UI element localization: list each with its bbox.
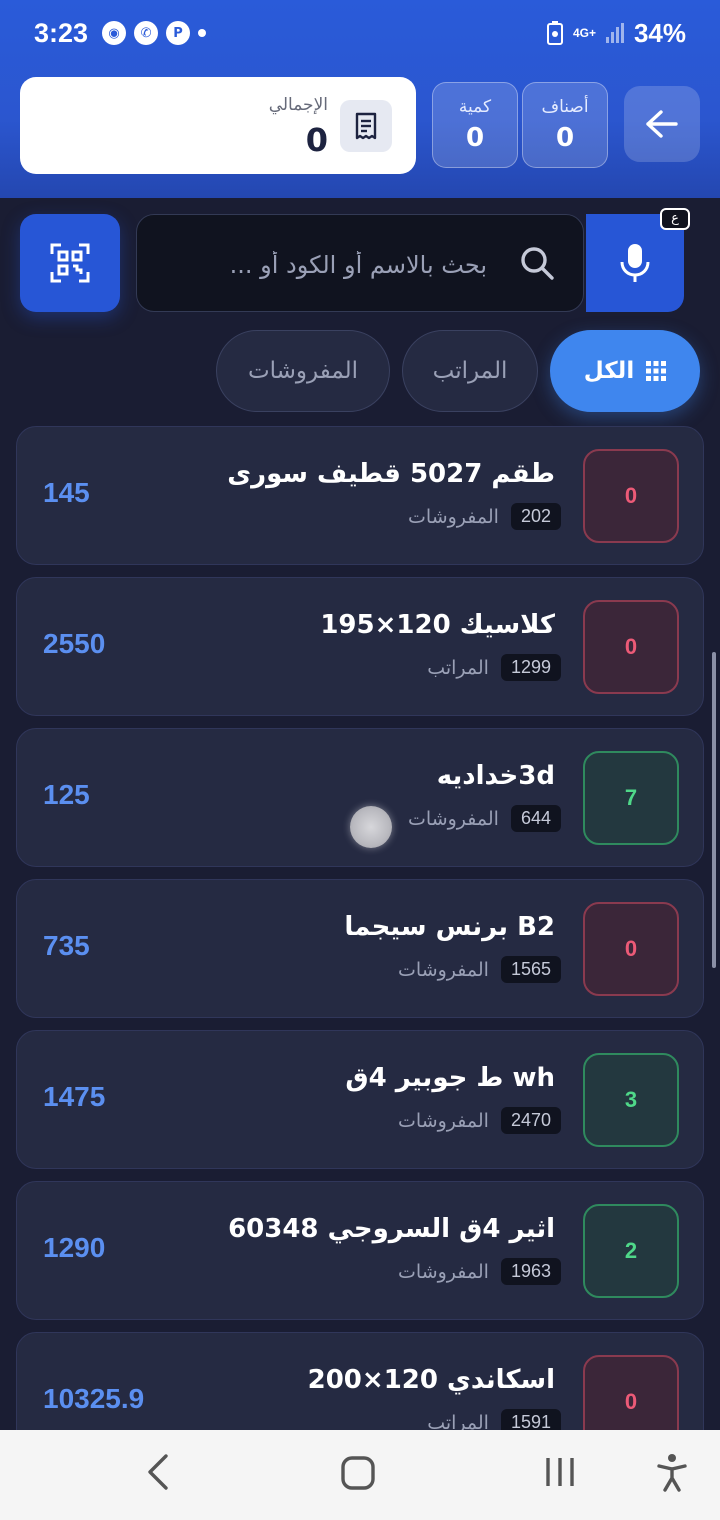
- touch-indicator: [350, 806, 392, 848]
- product-code: 202: [510, 503, 561, 530]
- product-category: المفروشات: [398, 1260, 489, 1283]
- product-code: 644: [510, 805, 561, 832]
- product-code: 2470: [500, 1107, 561, 1134]
- total-label: الإجمالي: [268, 95, 328, 115]
- receipt-icon: [340, 100, 392, 152]
- navigation-bar: [0, 1430, 720, 1520]
- product-meta: 2470 المفروشات: [398, 1107, 561, 1134]
- recent-apps-icon[interactable]: [544, 1452, 576, 1492]
- product-card[interactable]: 1290 اثير 4ق السروجي 60348 1963 المفروشات 2: [16, 1181, 704, 1320]
- product-name: اثير 4ق السروجي 60348: [228, 1214, 555, 1244]
- keyboard-language-badge[interactable]: ع: [660, 208, 690, 230]
- battery-percent: 34%: [633, 17, 686, 48]
- filter-chip-all[interactable]: الكل: [550, 330, 700, 412]
- product-code: 1565: [500, 956, 561, 983]
- quantity-button[interactable]: 0: [583, 449, 679, 543]
- back-nav-icon[interactable]: [146, 1452, 170, 1492]
- grid-icon: [646, 361, 667, 381]
- product-category: المراتب: [427, 1411, 489, 1431]
- product-meta: 1565 المفروشات: [398, 956, 561, 983]
- qr-scan-button[interactable]: [20, 214, 120, 312]
- arrow-right-icon: [646, 110, 678, 138]
- product-code: 1299: [500, 654, 561, 681]
- quantity-button[interactable]: 7: [583, 751, 679, 845]
- back-button[interactable]: [624, 86, 700, 162]
- product-price: 145: [43, 477, 90, 508]
- search-icon: [521, 247, 554, 280]
- status-time: 3:23: [34, 17, 89, 48]
- items-stat: أصناف 0: [522, 82, 608, 168]
- product-category: المفروشات: [398, 958, 489, 981]
- product-card[interactable]: 10325.9 اسكاندي 120×200 1591 المراتب 0: [16, 1332, 704, 1430]
- product-name: B2 برنس سيجما: [344, 912, 555, 942]
- product-card[interactable]: 2550 كلاسيك 120×195 1299 المراتب 0: [16, 577, 704, 716]
- items-label: أصناف: [541, 97, 589, 117]
- product-code: 1591: [500, 1409, 561, 1430]
- status-bar: 3:23 ◉ ✆ P 4G+ 34%: [0, 0, 720, 66]
- product-card[interactable]: 1475 wh ط جوبير 4ق 2470 المفروشات 3: [16, 1030, 704, 1169]
- product-code: 1963: [500, 1258, 561, 1285]
- product-name: wh ط جوبير 4ق: [345, 1063, 555, 1093]
- parking-icon: P: [166, 21, 191, 45]
- media-icon: ◉: [102, 21, 127, 45]
- product-card[interactable]: 145 طقم 5027 قطيف سورى 202 المفروشات 0: [16, 426, 704, 565]
- quantity-button[interactable]: 0: [583, 600, 679, 694]
- chip-label-mattresses: المراتب: [432, 358, 508, 384]
- microphone-icon: [620, 244, 650, 282]
- product-category: المفروشات: [398, 1109, 489, 1132]
- chip-label-furnishings: المفروشات: [247, 358, 359, 384]
- product-card[interactable]: 735 B2 برنس سيجما 1565 المفروشات 0: [16, 879, 704, 1018]
- quantity-button[interactable]: 3: [583, 1053, 679, 1147]
- product-price: 10325.9: [43, 1383, 145, 1414]
- quantity-stat: كمية 0: [432, 82, 518, 168]
- search-box: [136, 214, 584, 312]
- signal-icon: [605, 23, 624, 43]
- product-price: 1475: [43, 1081, 106, 1112]
- product-name: طقم 5027 قطيف سورى: [227, 459, 555, 489]
- total-value: 0: [305, 121, 328, 159]
- product-category: المفروشات: [408, 807, 499, 830]
- scrollbar[interactable]: [712, 652, 716, 968]
- product-price: 2550: [43, 628, 106, 659]
- product-list: 145 طقم 5027 قطيف سورى 202 المفروشات 0 2550 كل…: [16, 426, 704, 1430]
- quantity-button[interactable]: 2: [583, 1204, 679, 1298]
- quantity-button[interactable]: 0: [583, 902, 679, 996]
- product-category: المراتب: [427, 656, 489, 679]
- quantity-label: كمية: [458, 97, 492, 117]
- items-value: 0: [555, 123, 575, 153]
- product-meta: 202 المفروشات: [408, 503, 561, 530]
- filter-chip-mattresses[interactable]: المراتب: [402, 330, 538, 412]
- total-card: الإجمالي 0: [20, 77, 416, 174]
- qr-code-icon: [50, 243, 90, 283]
- product-price: 125: [43, 779, 90, 810]
- product-category: المفروشات: [408, 505, 499, 528]
- product-price: 735: [43, 930, 90, 961]
- phone-icon: ✆: [134, 21, 159, 45]
- product-meta: 1591 المراتب: [427, 1409, 561, 1430]
- product-card[interactable]: 125 3dخداديه 644 المفروشات 7: [16, 728, 704, 867]
- product-name: اسكاندي 120×200: [307, 1365, 555, 1395]
- product-name: كلاسيك 120×195: [320, 610, 555, 640]
- product-meta: 1299 المراتب: [427, 654, 561, 681]
- product-name: 3dخداديه: [436, 761, 555, 791]
- filter-chip-furnishings[interactable]: المفروشات: [216, 330, 390, 412]
- search-input[interactable]: [157, 243, 487, 287]
- network-type: 4G+: [572, 26, 596, 40]
- product-meta: 644 المفروشات: [408, 805, 561, 832]
- accessibility-icon[interactable]: [656, 1452, 688, 1492]
- notification-dot-icon: [198, 29, 207, 37]
- chip-label-all: الكل: [583, 358, 635, 384]
- quantity-value: 0: [465, 123, 485, 153]
- product-price: 1290: [43, 1232, 106, 1263]
- home-nav-icon[interactable]: [340, 1452, 376, 1492]
- battery-saver-icon: [546, 21, 563, 45]
- product-meta: 1963 المفروشات: [398, 1258, 561, 1285]
- quantity-button[interactable]: 0: [583, 1355, 679, 1430]
